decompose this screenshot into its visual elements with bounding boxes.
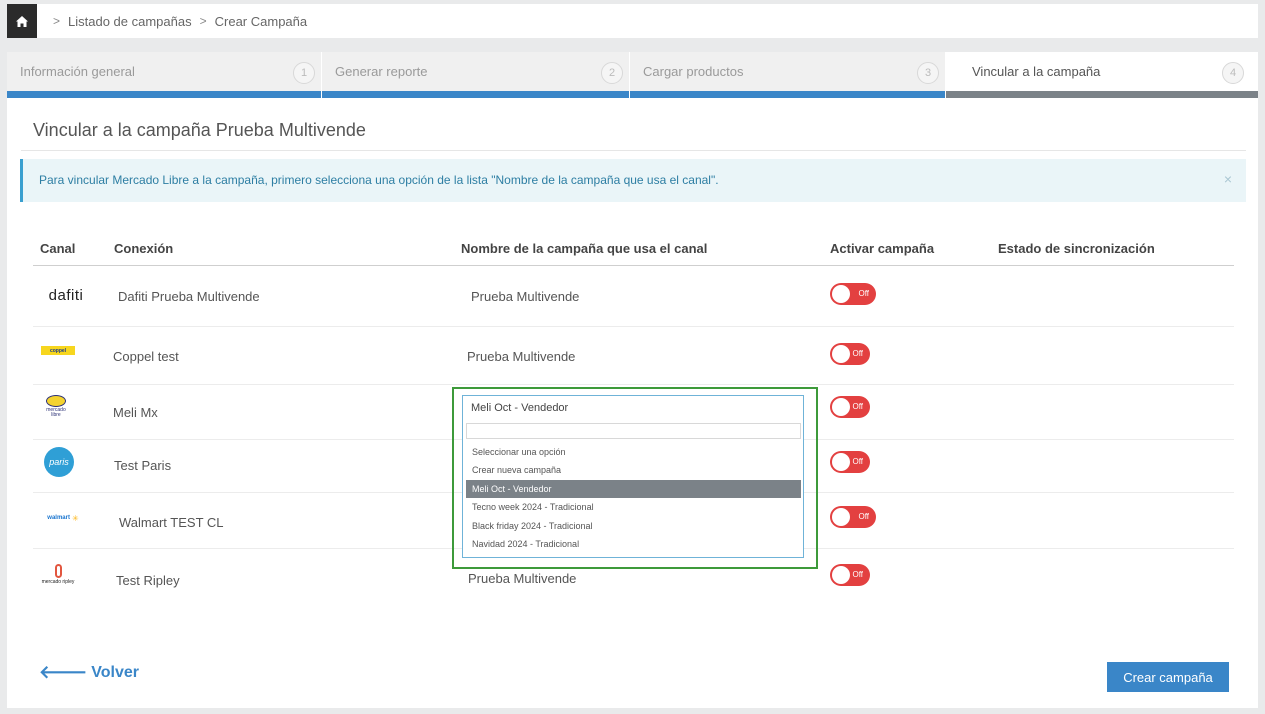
toggle-knob (832, 398, 850, 416)
campaign-select-dropdown[interactable]: Meli Oct - Vendedor Seleccionar una opci… (462, 395, 804, 558)
step-label: Generar reporte (335, 64, 428, 79)
toggle-label: Off (852, 402, 863, 411)
walmart-logo: walmart ✳ (47, 513, 79, 523)
connection-name: Test Ripley (116, 573, 180, 588)
toggle-knob (832, 453, 850, 471)
breadcrumb-item-create-campaign: Crear Campaña (214, 13, 308, 29)
campaign-name: Prueba Multivende (468, 571, 577, 586)
step-general-info[interactable]: Información general 1 (7, 52, 321, 98)
toggle-label: Off (852, 570, 863, 579)
close-icon[interactable]: × (1224, 171, 1232, 187)
connection-name: Dafiti Prueba Multivende (118, 289, 260, 304)
dafiti-logo: dafiti (48, 286, 84, 304)
mercado-libre-logo: mercado libre (41, 392, 71, 420)
coppel-logo: coppel (41, 346, 75, 355)
step-label: Vincular a la campaña (972, 64, 1101, 79)
spark-icon: ✳ (71, 513, 79, 523)
info-alert: Para vincular Mercado Libre a la campaña… (20, 159, 1246, 202)
mercado-ripley-logo: mercado ripley (41, 558, 75, 590)
arrow-left-icon: 🡐 (39, 662, 88, 682)
header-sync-status: Estado de sincronización (998, 241, 1155, 256)
campaign-name: Prueba Multivende (471, 289, 580, 304)
back-label: Volver (91, 663, 140, 681)
divider (21, 150, 1246, 151)
dropdown-selected-value[interactable]: Meli Oct - Vendedor (471, 402, 568, 414)
dropdown-option[interactable]: Navidad 2024 - Tradicional (466, 535, 801, 553)
step-number: 2 (601, 62, 623, 84)
breadcrumb-item-campaign-list[interactable]: Listado de campañas (68, 14, 192, 29)
header-conexion: Conexión (114, 241, 174, 256)
toggle-label: Off (858, 512, 869, 521)
step-number: 1 (293, 62, 315, 84)
page-title: Vincular a la campaña Prueba Multivende (33, 120, 366, 140)
toggle-label: Off (858, 289, 869, 298)
toggle-knob (832, 285, 850, 303)
toggle-knob (832, 508, 850, 526)
dropdown-option[interactable]: Seleccionar una opción (466, 443, 801, 461)
activate-toggle[interactable]: Off (830, 564, 870, 586)
dropdown-option[interactable]: Tecno week 2024 - Tradicional (466, 498, 801, 516)
table-row: coppel Coppel test Prueba Multivende Off (33, 328, 1234, 385)
dropdown-search-input[interactable] (466, 423, 801, 439)
step-number: 4 (1222, 62, 1244, 84)
wizard-steps: Información general 1 Generar reporte 2 … (7, 52, 1258, 98)
header-canal: Canal (40, 241, 76, 256)
step-label: Cargar productos (643, 64, 744, 79)
connection-name: Coppel test (113, 349, 179, 364)
chevron-right-icon: > (53, 14, 61, 28)
dropdown-option-selected[interactable]: Meli Oct - Vendedor (466, 480, 801, 498)
dropdown-option[interactable]: Black friday 2024 - Tradicional (466, 517, 801, 535)
chevron-right-icon: > (199, 14, 207, 28)
clip-icon (54, 563, 62, 578)
breadcrumb: > Listado de campañas > Crear Campaña (45, 4, 307, 38)
toggle-label: Off (852, 457, 863, 466)
top-bar: > Listado de campañas > Crear Campaña (7, 4, 1258, 38)
activate-toggle[interactable]: Off (830, 506, 876, 528)
step-generate-report[interactable]: Generar reporte 2 (322, 52, 629, 98)
step-load-products[interactable]: Cargar productos 3 (630, 52, 945, 98)
toggle-knob (832, 566, 850, 584)
connection-name: Test Paris (114, 458, 172, 473)
toggle-knob (832, 345, 850, 363)
activate-toggle[interactable]: Off (830, 451, 870, 473)
connection-name: Walmart TEST CL (119, 515, 224, 530)
step-label: Información general (20, 64, 135, 79)
activate-toggle[interactable]: Off (830, 343, 870, 365)
table-row: dafiti Dafiti Prueba Multivende Prueba M… (33, 266, 1234, 327)
paris-logo: paris (44, 447, 74, 477)
main-panel: Información general 1 Generar reporte 2 … (7, 52, 1258, 708)
alert-message: Para vincular Mercado Libre a la campaña… (39, 173, 719, 187)
home-icon (16, 15, 28, 27)
campaign-name: Prueba Multivende (467, 349, 576, 364)
back-button[interactable]: 🡐 Volver (39, 662, 139, 683)
step-number: 3 (917, 62, 939, 84)
toggle-label: Off (852, 349, 863, 358)
activate-toggle[interactable]: Off (830, 396, 870, 418)
home-button[interactable] (7, 4, 37, 38)
handshake-icon (46, 394, 66, 407)
create-campaign-button[interactable]: Crear campaña (1107, 662, 1229, 692)
header-activate: Activar campaña (830, 241, 935, 256)
connection-name: Meli Mx (113, 405, 158, 420)
activate-toggle[interactable]: Off (830, 283, 876, 305)
step-link-campaign[interactable]: Vincular a la campaña 4 (946, 52, 1258, 98)
dropdown-option[interactable]: Crear nueva campaña (466, 461, 801, 479)
header-campaign-name: Nombre de la campaña que usa el canal (461, 241, 708, 256)
